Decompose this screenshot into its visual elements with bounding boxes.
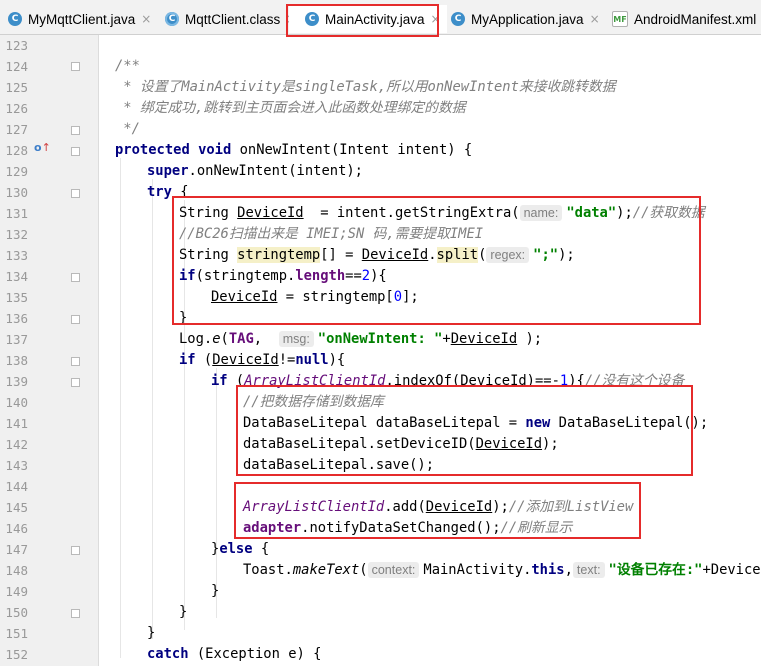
tab-label: MyMqttClient.java [28,11,136,27]
line-number: 138 [5,353,28,368]
line-number: 145 [5,500,28,515]
fold-marker-icon[interactable] [71,315,80,324]
override-marker-icon[interactable]: o↑ [34,141,51,154]
line-number: 142 [5,437,28,452]
line-number: 141 [5,416,28,431]
code-line-152[interactable]: catch (Exception e) { [147,644,321,665]
code-line-124[interactable]: /** [115,56,140,77]
highlight-box-extract-deviceid [172,196,701,325]
line-number: 144 [5,479,28,494]
code-line-150[interactable]: } [179,602,187,623]
highlight-box-add-listview [234,482,641,539]
line-number: 137 [5,332,28,347]
fold-marker-icon[interactable] [71,126,80,135]
fold-marker-icon[interactable] [71,357,80,366]
fold-marker-icon[interactable] [71,189,80,198]
line-number: 135 [5,290,28,305]
tab-label: AndroidManifest.xml [634,11,757,27]
line-number: 147 [5,542,28,557]
tab-androidmanifest-xml[interactable]: MF AndroidManifest.xml [612,5,756,33]
line-number: 136 [5,311,28,326]
line-number: 150 [5,605,28,620]
code-line-128[interactable]: protected void onNewIntent(Intent intent… [115,140,472,161]
tab-myapplication-java[interactable]: C MyApplication.java × [451,5,600,33]
close-icon[interactable]: × [590,12,600,26]
java-class-icon: C [451,12,465,26]
tab-mymqttclient-java[interactable]: C MyMqttClient.java × [8,5,151,33]
line-number: 139 [5,374,28,389]
fold-marker-icon[interactable] [71,273,80,282]
line-number: 140 [5,395,28,410]
param-hint: context: [367,562,420,578]
code-line-151[interactable]: } [147,623,155,644]
indent-guide [120,158,121,658]
line-number: 127 [5,122,28,137]
indent-guide [152,179,153,639]
fold-marker-icon[interactable] [71,147,80,156]
fold-marker-icon[interactable] [71,546,80,555]
fold-marker-icon[interactable] [71,62,80,71]
code-line-127[interactable]: */ [115,119,140,140]
override-icon: o [34,141,42,154]
code-line-137[interactable]: Log.e(TAG, msg: "onNewIntent: "+DeviceId … [179,329,542,350]
close-icon[interactable]: × [141,12,151,26]
code-line-126[interactable]: * 绑定成功,跳转到主页面会进入此函数处理绑定的数据 [115,98,465,119]
active-tab-highlight-box [286,4,439,37]
line-number: 123 [5,38,28,53]
line-number: 149 [5,584,28,599]
line-number: 148 [5,563,28,578]
line-number: 143 [5,458,28,473]
code-line-125[interactable]: * 设置了MainActivity是singleTask,所以用onNewInt… [115,77,615,98]
code-line-148[interactable]: Toast.makeText(context: MainActivity.this… [243,560,761,581]
fold-marker-icon[interactable] [71,609,80,618]
code-line-129[interactable]: super.onNewIntent(intent); [147,161,363,182]
line-number: 151 [5,626,28,641]
line-number: 126 [5,101,28,116]
line-number: 133 [5,248,28,263]
tab-label: MyApplication.java [471,11,584,27]
line-number: 134 [5,269,28,284]
highlight-box-save-database [236,385,693,476]
code-line-149[interactable]: } [211,581,219,602]
line-number: 128 [5,143,28,158]
line-number: 125 [5,80,28,95]
line-number: 131 [5,206,28,221]
manifest-xml-icon: MF [612,11,628,27]
arrow-up-icon: ↑ [41,141,51,154]
compiled-class-icon: C [165,12,179,26]
line-number: 132 [5,227,28,242]
line-number: 124 [5,59,28,74]
tab-label: MqttClient.class [185,11,281,27]
line-number: 152 [5,647,28,662]
java-class-icon: C [8,12,22,26]
param-hint: msg: [278,331,314,347]
line-number: 129 [5,164,28,179]
param-hint: text: [572,562,605,578]
fold-marker-icon[interactable] [71,378,80,387]
gutter-divider [98,35,99,666]
line-number: 130 [5,185,28,200]
code-line-138[interactable]: if (DeviceId!=null){ [179,350,345,371]
line-number: 146 [5,521,28,536]
code-line-147[interactable]: }else { [211,539,269,560]
tab-mqttclient-class[interactable]: C MqttClient.class × [165,5,296,33]
